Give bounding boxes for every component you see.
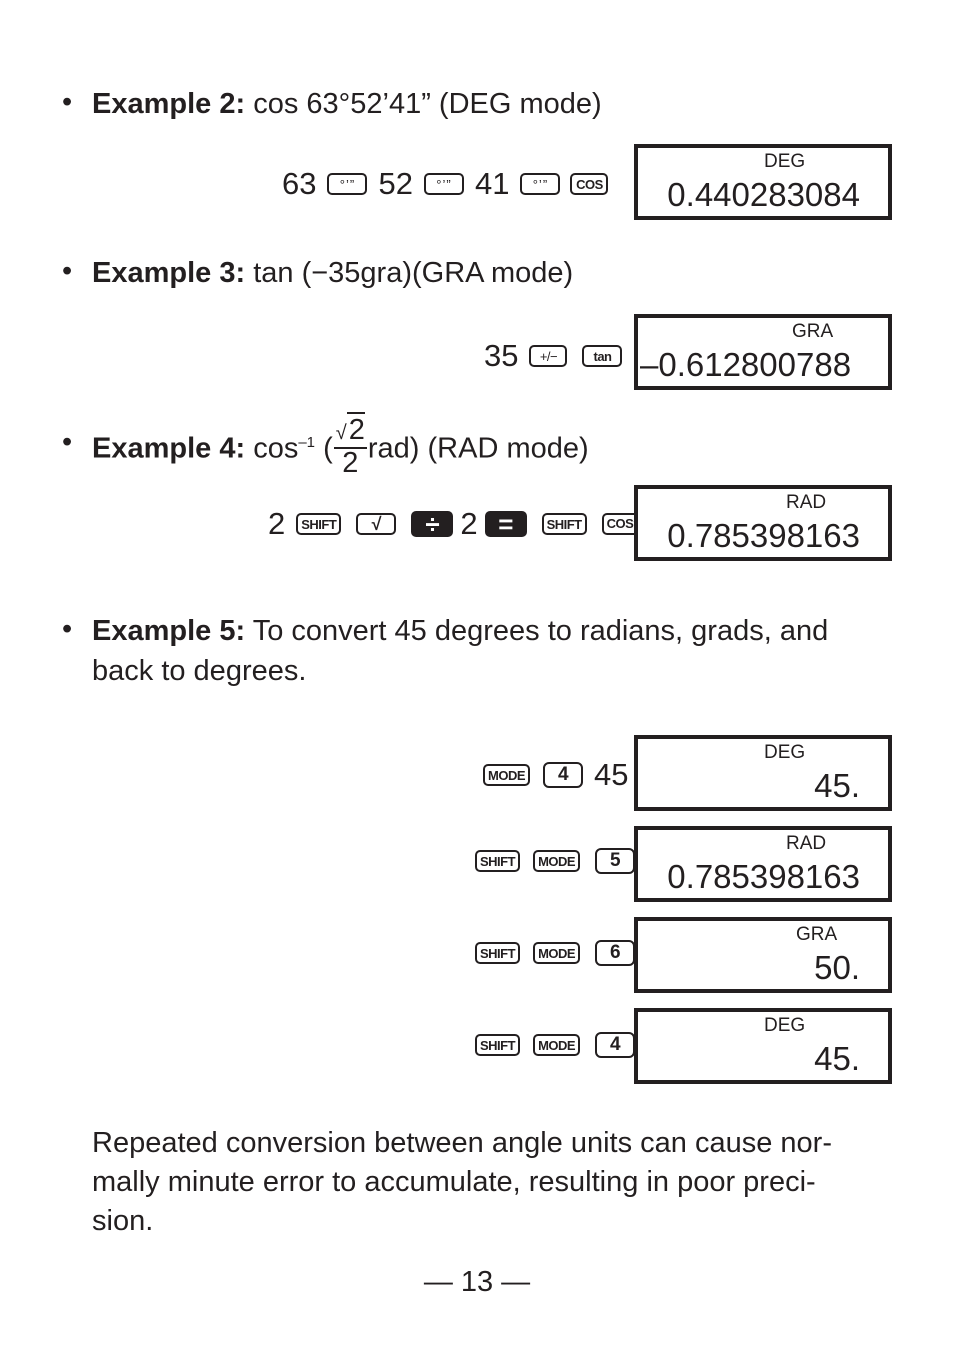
fraction: √2 2 — [333, 411, 367, 479]
calculator-display: DEG 0.440283084 — [634, 144, 892, 220]
calculator-display: DEG 45. — [634, 735, 892, 811]
digit-4-key[interactable]: 4 — [595, 1032, 636, 1058]
display-value: 0.440283084 — [667, 176, 860, 213]
display-value: 45. — [814, 767, 860, 804]
mode-indicator: RAD — [786, 833, 827, 854]
display-value: 50. — [814, 949, 860, 986]
bullet: • — [62, 86, 73, 118]
shift-key[interactable]: SHIFT — [475, 1034, 521, 1056]
step-2-key-sequence: SHIFT MODE 5 — [470, 848, 640, 874]
number-input: 52 — [378, 166, 413, 201]
number-input: 2 — [268, 506, 286, 541]
fraction-numerator: 2 — [346, 411, 365, 446]
example-3-heading: Example 3: tan (−35gra)(GRA mode) — [92, 255, 573, 291]
number-input: 45 — [594, 757, 629, 792]
example-3-key-sequence: 35 +/− tan — [478, 338, 627, 374]
page-number: — 13 — — [423, 1266, 531, 1298]
example-4-key-sequence: 2 SHIFT √ ÷ 2 = SHIFT cos⁻¹ — [262, 506, 654, 542]
mode-key[interactable]: MODE — [533, 942, 581, 964]
sign-change-key[interactable]: +/− — [529, 345, 568, 367]
step-3-key-sequence: SHIFT MODE 6 — [470, 940, 640, 966]
example-4-heading: Example 4: cos–1 (√2 2 rad) (RAD mode) — [92, 408, 589, 484]
number-input: 41 — [474, 166, 510, 201]
digit-6-key[interactable]: 6 — [595, 940, 636, 966]
display-value: 0.785398163 — [667, 858, 860, 895]
bullet: • — [62, 255, 73, 287]
shift-key[interactable]: SHIFT — [475, 942, 521, 964]
number-input: 63 — [282, 166, 317, 201]
calculator-display: DEG 45. — [634, 1008, 892, 1084]
dms-key[interactable]: °’” — [327, 173, 368, 195]
mode-indicator: GRA — [796, 924, 838, 945]
calculator-display: RAD 0.785398163 — [634, 485, 892, 561]
note-line: sion. — [92, 1205, 154, 1237]
example-label: Example 3: — [92, 257, 246, 289]
shift-key[interactable]: SHIFT — [541, 513, 587, 535]
mode-indicator: DEG — [764, 151, 806, 172]
example-label: Example 5: — [92, 615, 246, 647]
dms-key[interactable]: °’” — [520, 173, 561, 195]
sqrt-symbol: √ — [335, 421, 347, 444]
dms-key[interactable]: °’” — [423, 173, 464, 195]
mode-key[interactable]: MODE — [483, 764, 530, 786]
calculator-display: GRA 50. — [634, 917, 892, 993]
mode-key[interactable]: MODE — [533, 850, 581, 872]
mode-indicator: DEG — [764, 742, 806, 763]
step-1-key-sequence: MODE 4 45 — [478, 757, 634, 793]
mode-key[interactable]: MODE — [533, 1034, 581, 1056]
open-paren: ( — [315, 432, 333, 465]
step-4-key-sequence: SHIFT MODE 4 — [470, 1032, 640, 1058]
inverse-superscript: –1 — [298, 434, 316, 451]
example-description-func: cos — [253, 432, 299, 465]
example-description-suffix: rad) (RAD mode) — [367, 432, 589, 465]
example-label: Example 4: — [92, 432, 246, 465]
number-input: 35 — [484, 338, 519, 373]
sqrt-key[interactable]: √ — [356, 513, 397, 535]
example-description: To convert 45 degrees to radians, grads,… — [252, 615, 829, 647]
bullet: • — [62, 426, 73, 458]
number-input: 2 — [460, 506, 478, 541]
divide-key[interactable]: ÷ — [411, 509, 454, 539]
note-line: mally minute error to accumulate, result… — [92, 1166, 816, 1198]
display-value: 0.785398163 — [667, 517, 860, 554]
cos-key[interactable]: cos — [570, 173, 609, 195]
example-description: cos 63°52’41” (DEG mode) — [253, 88, 602, 120]
example-2-key-sequence: 63 °’” 52 °’” 41 °’” cos — [276, 166, 613, 202]
fraction-denominator: 2 — [342, 446, 359, 479]
example-5-heading: Example 5: To convert 45 degrees to radi… — [92, 613, 828, 649]
display-value: –0.612800788 — [640, 346, 852, 383]
note-line: Repeated conversion between angle units … — [92, 1127, 832, 1159]
shift-key[interactable]: SHIFT — [475, 850, 521, 872]
calculator-display: RAD 0.785398163 — [634, 826, 892, 902]
bullet: • — [62, 613, 73, 645]
example-description: tan (−35gra)(GRA mode) — [253, 257, 574, 289]
digit-4-key[interactable]: 4 — [543, 762, 583, 788]
mode-indicator: GRA — [792, 321, 834, 342]
example-5-description-line2: back to degrees. — [92, 655, 307, 687]
example-label: Example 2: — [92, 88, 246, 120]
calculator-display: GRA –0.612800788 — [634, 314, 892, 390]
note-paragraph: Repeated conversion between angle units … — [92, 1124, 902, 1241]
display-value: 45. — [814, 1040, 860, 1077]
digit-5-key[interactable]: 5 — [595, 848, 636, 874]
shift-key[interactable]: SHIFT — [296, 513, 342, 535]
mode-indicator: DEG — [764, 1015, 806, 1036]
equals-key[interactable]: = — [484, 509, 527, 539]
mode-indicator: RAD — [786, 492, 827, 513]
tan-key[interactable]: tan — [582, 345, 623, 367]
example-2-heading: Example 2: cos 63°52’41” (DEG mode) — [92, 86, 602, 122]
